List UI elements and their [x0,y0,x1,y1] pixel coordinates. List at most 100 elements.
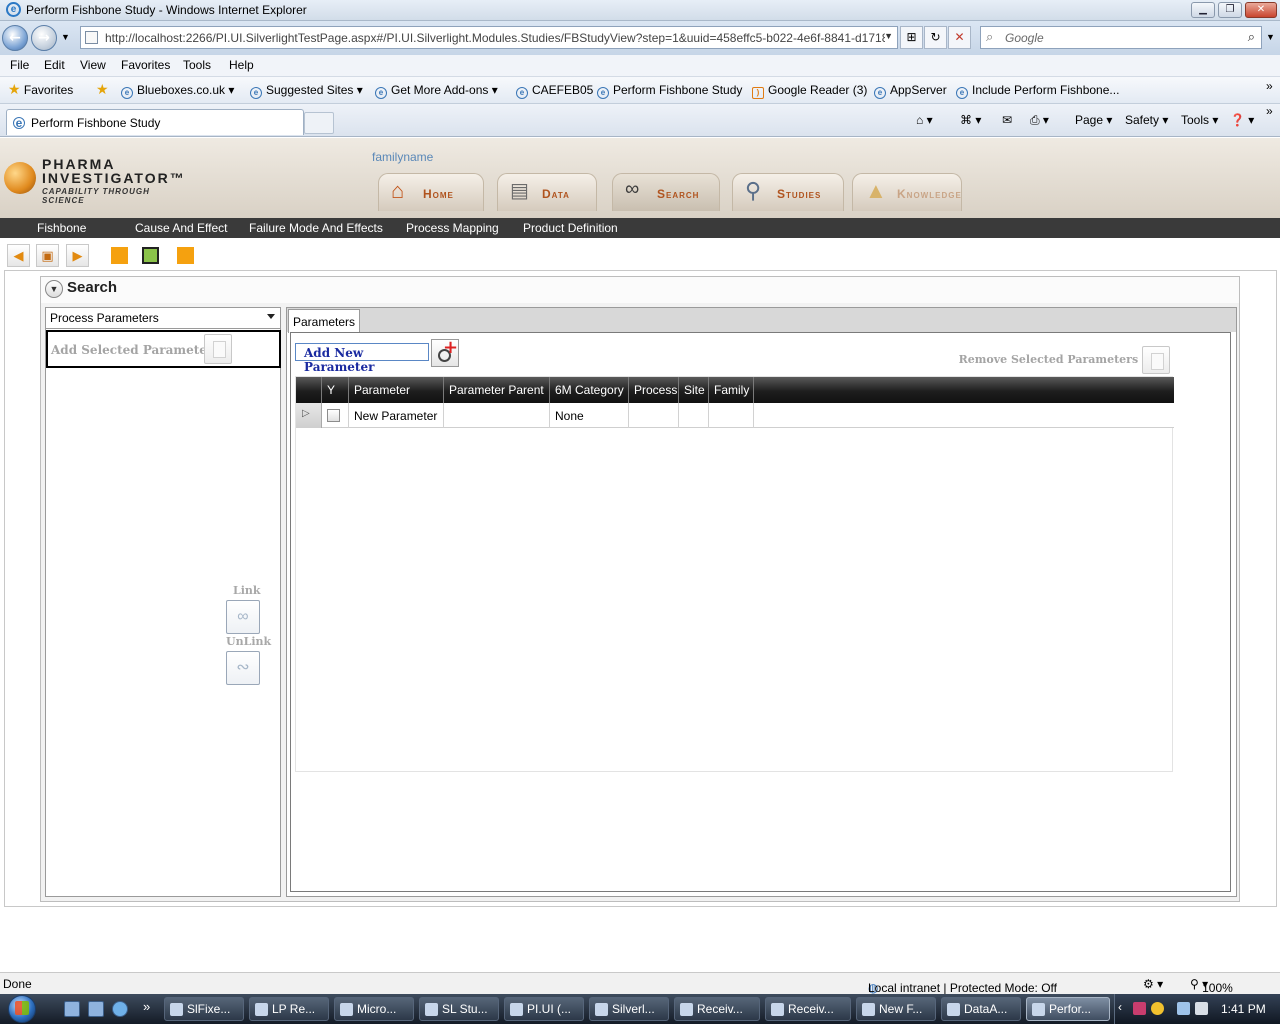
taskbar-item[interactable]: New F... [856,997,936,1021]
network-icon[interactable] [1177,1002,1190,1015]
cell-parameter-parent[interactable] [444,403,550,428]
add-parameter-icon[interactable]: + [431,337,459,367]
forward-button[interactable]: → [31,25,57,51]
new-tab-button[interactable] [304,112,334,134]
safety-menu[interactable]: Safety ▾ [1125,113,1168,127]
back-button[interactable]: ← [2,25,28,51]
more-commands-icon[interactable]: » [1266,104,1273,118]
compatibility-view-button[interactable]: ⊞ [900,26,923,49]
taskbar-item-active[interactable]: Perfor... [1026,997,1110,1021]
taskbar-item[interactable]: Receiv... [674,997,760,1021]
fav-item-addons[interactable]: e Get More Add-ons ▾ [375,83,498,99]
page-menu[interactable]: Page ▾ [1075,113,1112,127]
mail-icon[interactable]: ✉ [1002,113,1012,127]
column-header-6m-category[interactable]: 6M Category [550,377,629,403]
module-cause-and-effect[interactable]: Cause And Effect [135,221,228,235]
row-checkbox[interactable] [327,409,340,422]
cell-family[interactable] [709,403,754,428]
taskbar-item[interactable]: SlFixe... [164,997,244,1021]
feeds-icon[interactable]: ⌘ ▾ [960,113,981,127]
start-button[interactable] [2,994,46,1024]
tools-menu[interactable]: Tools ▾ [1181,113,1218,127]
table-row[interactable]: ▷ New Parameter None [296,403,1174,428]
menu-tools[interactable]: Tools [183,58,211,72]
column-header-site[interactable]: Site [679,377,709,403]
stop-button[interactable]: ✕ [948,26,971,49]
status-square-3[interactable] [177,247,194,264]
module-process-mapping[interactable]: Process Mapping [406,221,499,235]
column-header-y[interactable]: Y [322,377,349,403]
favorites-button[interactable]: ★ Favorites [8,81,73,98]
cell-6m-category[interactable]: None [550,403,629,428]
taskbar-item[interactable]: Receiv... [765,997,851,1021]
taskbar-item[interactable]: Micro... [334,997,414,1021]
show-desktop-icon[interactable] [64,1001,80,1017]
nav-tab-knowledge[interactable]: ▲ Knowledge [852,173,962,211]
taskbar-item[interactable]: PI.UI (... [504,997,584,1021]
module-fishbone[interactable]: Fishbone [37,221,86,235]
remove-selected-parameters-button[interactable]: Remove Selected Parameters [959,346,1170,374]
nav-tab-studies[interactable]: ⚲ Studies [732,173,844,211]
search-input[interactable]: ⌕ Google ⌕ [980,26,1262,49]
tray-app-icon[interactable] [1133,1002,1146,1015]
column-header-parameter[interactable]: Parameter [349,377,444,403]
row-checkbox-cell[interactable] [322,403,349,428]
fav-item-suggested-sites[interactable]: e Suggested Sites ▾ [250,83,363,99]
nav-tab-home[interactable]: ⌂ Home [378,173,484,211]
search-options-icon[interactable]: ▼ [1266,32,1275,42]
url-input[interactable]: http://localhost:2266/PI.UI.SilverlightT… [80,26,898,49]
volume-icon[interactable] [1195,1002,1208,1015]
search-go-icon[interactable]: ⌕ [1248,29,1255,45]
fav-item-appserver[interactable]: e AppServer [874,83,947,99]
help-icon[interactable]: ❓ ▾ [1230,113,1254,127]
close-window-button[interactable]: ✕ [1245,2,1277,18]
history-dropdown-icon[interactable]: ▼ [61,32,70,42]
cell-parameter[interactable]: New Parameter [349,403,444,428]
nav-tab-search[interactable]: ∞ Search [612,173,720,211]
unlink-button[interactable]: ∾ [226,651,260,685]
tray-messenger-icon[interactable] [1151,1002,1164,1015]
previous-step-icon[interactable]: ◀ [7,244,30,267]
url-dropdown-icon[interactable]: ▼ [884,31,893,41]
protected-mode-icon[interactable]: ⚙ ▾ [1143,977,1163,991]
menu-edit[interactable]: Edit [44,58,65,72]
refresh-button[interactable]: ↻ [924,26,947,49]
status-square-2[interactable] [142,247,159,264]
tray-expand-icon[interactable]: ‹ [1118,1000,1122,1014]
status-square-1[interactable] [111,247,128,264]
save-icon[interactable]: ▣ [36,244,59,267]
ie-quicklaunch-icon[interactable] [112,1001,128,1017]
parameter-category-select[interactable]: Process Parameters [46,308,280,329]
link-button[interactable]: ∞ [226,600,260,634]
taskbar-item[interactable]: DataA... [941,997,1021,1021]
column-header-process[interactable]: Process [629,377,679,403]
add-favorite-icon[interactable]: ★ [96,81,109,98]
cell-site[interactable] [679,403,709,428]
fav-item-blueboxes[interactable]: e Blueboxes.co.uk ▾ [121,83,234,99]
add-new-parameter-button[interactable]: Add New Parameter [295,343,429,374]
quicklaunch-more-icon[interactable]: » [143,999,150,1014]
menu-favorites[interactable]: Favorites [121,58,170,72]
module-product-definition[interactable]: Product Definition [523,221,618,235]
fav-item-include-fishbone[interactable]: e Include Perform Fishbone... [956,83,1119,99]
taskbar-item[interactable]: LP Re... [249,997,329,1021]
fav-item-caefeb05[interactable]: e CAEFEB05 [516,83,593,99]
menu-view[interactable]: View [80,58,106,72]
menu-help[interactable]: Help [229,58,254,72]
more-favorites-icon[interactable]: » [1266,79,1273,93]
column-header-parameter-parent[interactable]: Parameter Parent [444,377,550,403]
system-clock[interactable]: 1:41 PM [1221,1002,1266,1016]
fav-item-google-reader[interactable]: ) Google Reader (3) [752,83,867,99]
cell-process[interactable] [629,403,679,428]
restore-button[interactable]: ❐ [1218,2,1242,18]
row-selector-icon[interactable]: ▷ [296,403,322,428]
column-header-family[interactable]: Family [709,377,754,403]
next-step-icon[interactable]: ▶ [66,244,89,267]
minimize-button[interactable]: ▁ [1191,2,1215,18]
browser-tab-active[interactable]: e Perform Fishbone Study [6,109,304,135]
collapse-chevron-icon[interactable]: ▼ [45,280,63,298]
home-icon[interactable]: ⌂ ▾ [916,113,933,127]
switch-windows-icon[interactable] [88,1001,104,1017]
menu-file[interactable]: File [10,58,29,72]
taskbar-item[interactable]: Silverl... [589,997,669,1021]
